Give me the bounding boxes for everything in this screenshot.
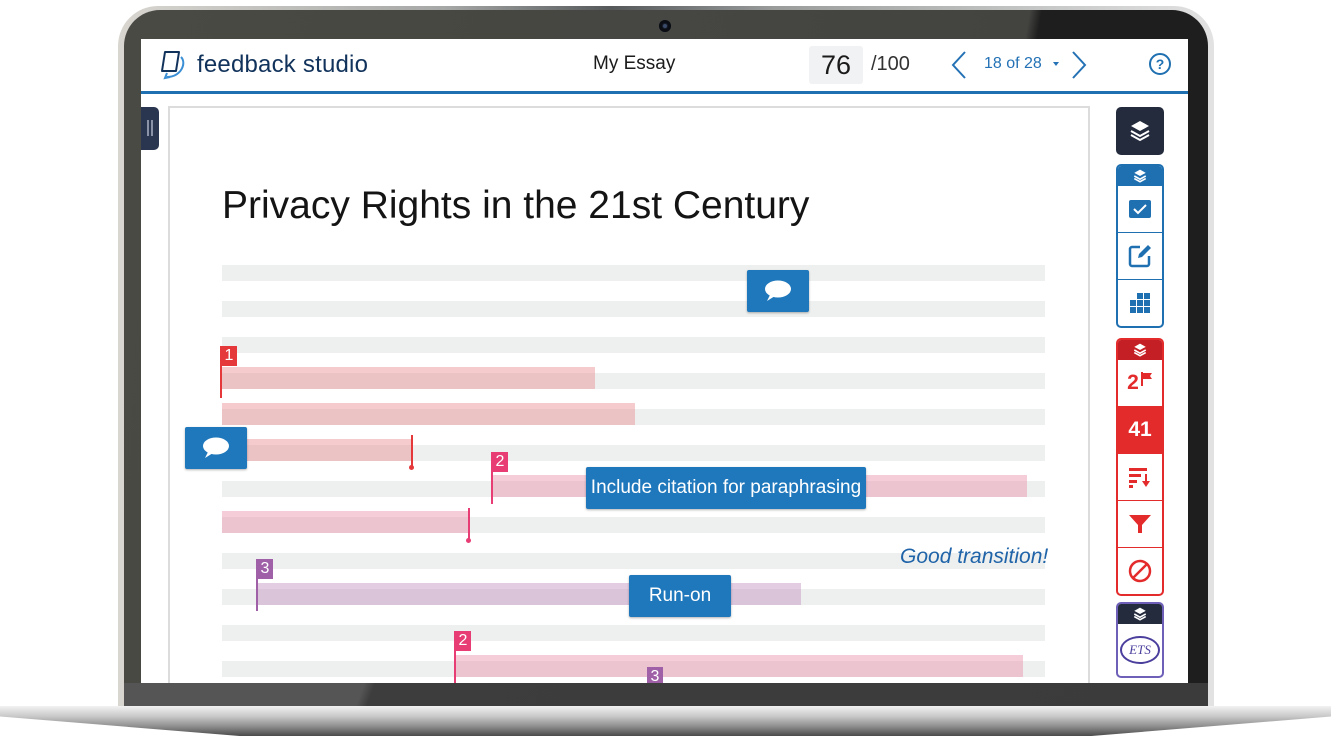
similarity-highlight[interactable] — [222, 511, 469, 533]
match-marker[interactable]: 3 — [257, 559, 273, 579]
logo-text: feedback studio — [197, 51, 369, 78]
similarity-highlight[interactable] — [222, 403, 635, 425]
text-line — [222, 301, 1045, 317]
filter-icon — [1129, 515, 1151, 533]
match-marker[interactable]: 2 — [455, 631, 471, 651]
match-marker[interactable]: 1 — [221, 346, 237, 366]
marker-stem — [454, 631, 456, 683]
essay-page: Privacy Rights in the 21st Century 1 2 3 — [168, 106, 1090, 683]
rubric-grid-icon — [1130, 293, 1150, 313]
previous-submission-button[interactable] — [947, 49, 971, 81]
flags-count: 2 — [1127, 371, 1139, 394]
next-submission-button[interactable] — [1067, 49, 1091, 81]
sort-icon — [1129, 468, 1150, 488]
document-title: My Essay — [593, 53, 676, 74]
edit-icon — [1128, 245, 1151, 268]
quickmark-run-on[interactable]: Run-on — [629, 575, 731, 617]
similarity-highlight[interactable] — [222, 439, 412, 461]
app-screen: feedback studio My Essay 76 /100 18 of 2… — [141, 39, 1188, 683]
flag-icon — [1140, 372, 1152, 386]
layers-button[interactable] — [1116, 107, 1164, 155]
filter-button[interactable] — [1118, 500, 1162, 547]
chevron-right-icon — [1072, 51, 1087, 79]
help-icon[interactable]: ? — [1149, 53, 1171, 75]
grading-layer-group — [1116, 164, 1164, 328]
ets-layer-header[interactable] — [1118, 604, 1162, 624]
match-marker[interactable]: 3 — [647, 667, 663, 683]
ets-logo: ETS — [1120, 636, 1160, 664]
score-max: /100 — [871, 53, 910, 75]
similarity-layer-group: 2 41 — [1116, 338, 1164, 596]
grading-layer-header[interactable] — [1118, 166, 1162, 186]
similarity-layer-header[interactable] — [1118, 340, 1162, 360]
highlight-end-stem — [468, 508, 470, 540]
marker-stem — [256, 559, 258, 611]
marker-stem — [220, 346, 222, 398]
quickmark-citation[interactable]: Include citation for paraphrasing — [586, 467, 866, 509]
similarity-highlight[interactable] — [455, 655, 1023, 677]
highlight-end-dot — [466, 538, 471, 543]
text-line — [222, 265, 1045, 281]
layers-icon — [1133, 169, 1147, 183]
speech-bubble-icon — [203, 437, 229, 458]
similarity-score-button[interactable]: 41 — [1118, 406, 1162, 453]
layers-icon — [1130, 121, 1150, 142]
text-line — [222, 625, 1045, 641]
app-logo: feedback studio — [159, 49, 368, 81]
text-line — [222, 337, 1045, 353]
chevron-left-icon — [951, 51, 966, 79]
essay-title: Privacy Rights in the 21st Century — [222, 184, 810, 227]
quickmarks-button[interactable] — [1118, 186, 1162, 232]
layers-icon — [1133, 343, 1147, 357]
layers-icon — [1133, 607, 1147, 621]
highlight-end-dot — [409, 465, 414, 470]
exclude-button[interactable] — [1118, 547, 1162, 594]
grip-icon — [147, 120, 149, 136]
comment-bubble-button[interactable] — [185, 427, 247, 469]
ets-etrater-button[interactable]: ETS — [1118, 624, 1162, 676]
laptop-chin — [124, 683, 1208, 707]
laptop-base — [0, 706, 1331, 736]
sort-matches-button[interactable] — [1118, 453, 1162, 500]
feedback-studio-logo-icon — [161, 51, 185, 80]
comment-bubble-button[interactable] — [747, 270, 809, 312]
webcam — [659, 20, 671, 32]
ets-layer-group: ETS — [1116, 602, 1164, 678]
submission-position-dropdown[interactable]: 18 of 28 — [984, 55, 1042, 73]
rubric-button[interactable] — [1118, 279, 1162, 326]
exclude-icon — [1128, 559, 1152, 583]
similarity-highlight[interactable] — [222, 367, 595, 389]
flags-button[interactable]: 2 — [1118, 360, 1162, 406]
top-bar: feedback studio My Essay 76 /100 18 of 2… — [141, 39, 1188, 94]
inline-comment[interactable]: Good transition! — [900, 545, 1048, 569]
checkbox-icon — [1129, 200, 1151, 218]
feedback-summary-button[interactable] — [1118, 232, 1162, 279]
side-drawer-handle[interactable] — [141, 107, 159, 150]
score-input[interactable]: 76 — [809, 46, 863, 84]
highlight-end-stem — [411, 435, 413, 467]
caret-down-icon[interactable] — [1053, 62, 1059, 66]
marker-stem — [491, 452, 493, 504]
speech-bubble-icon — [765, 280, 791, 301]
match-marker[interactable]: 2 — [492, 452, 508, 472]
